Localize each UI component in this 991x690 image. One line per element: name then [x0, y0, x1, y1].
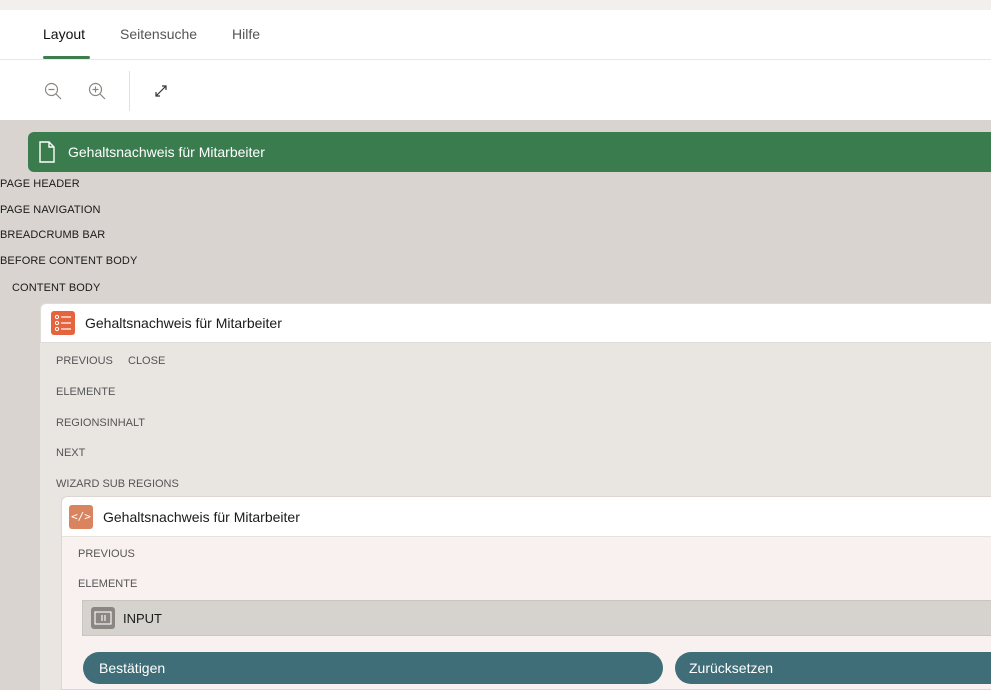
- zoom-out-icon: [44, 82, 62, 100]
- input-item[interactable]: INPUT: [82, 600, 991, 636]
- sub-slot-elements[interactable]: ELEMENTE: [78, 578, 137, 590]
- reset-button[interactable]: Zurücksetzen: [675, 652, 991, 684]
- tab-layout[interactable]: Layout: [43, 26, 85, 42]
- page-icon: [36, 140, 58, 164]
- slot-elements[interactable]: ELEMENTE: [56, 386, 115, 398]
- slot-previous[interactable]: PREVIOUS: [56, 355, 113, 367]
- slot-wizard-sub-regions[interactable]: WIZARD SUB REGIONS: [56, 478, 179, 490]
- tab-hilfe[interactable]: Hilfe: [232, 26, 260, 42]
- page-node[interactable]: Gehaltsnachweis für Mitarbeiter: [28, 132, 991, 172]
- expand-icon: [155, 85, 167, 97]
- position-before-content-body[interactable]: BEFORE CONTENT BODY: [0, 255, 137, 267]
- sub-region-title: Gehaltsnachweis für Mitarbeiter: [103, 508, 300, 525]
- sub-region[interactable]: </> Gehaltsnachweis für Mitarbeiter PREV…: [61, 496, 991, 690]
- position-content-body[interactable]: CONTENT BODY: [12, 282, 100, 294]
- position-breadcrumb-bar[interactable]: BREADCRUMB BAR: [0, 229, 105, 241]
- layout-canvas: Gehaltsnachweis für Mitarbeiter PAGE HEA…: [0, 120, 991, 690]
- wizard-region-title: Gehaltsnachweis für Mitarbeiter: [85, 315, 282, 331]
- slot-next[interactable]: NEXT: [56, 447, 85, 459]
- confirm-button[interactable]: Bestätigen: [83, 652, 663, 684]
- wizard-region[interactable]: Gehaltsnachweis für Mitarbeiter PREVIOUS…: [40, 303, 991, 690]
- zoom-in-icon: [88, 82, 106, 100]
- active-tab-indicator: [43, 56, 90, 59]
- toolbar-divider: [129, 71, 130, 111]
- toolbar: [0, 61, 991, 119]
- wizard-region-header[interactable]: Gehaltsnachweis für Mitarbeiter: [40, 303, 991, 343]
- tab-bar: Layout Seitensuche Hilfe: [0, 10, 991, 60]
- list-icon: [51, 311, 75, 335]
- input-item-label: INPUT: [123, 610, 162, 626]
- zoom-out-button[interactable]: [40, 78, 66, 104]
- sub-region-header[interactable]: </> Gehaltsnachweis für Mitarbeiter: [62, 497, 991, 537]
- zoom-in-button[interactable]: [84, 78, 110, 104]
- tab-seitensuche[interactable]: Seitensuche: [120, 26, 197, 42]
- expand-button[interactable]: [148, 78, 174, 104]
- text-field-icon: [91, 607, 115, 629]
- slot-close[interactable]: CLOSE: [128, 355, 165, 367]
- sub-slot-previous[interactable]: PREVIOUS: [78, 548, 135, 560]
- position-page-header[interactable]: PAGE HEADER: [0, 178, 80, 190]
- top-strip: [0, 0, 991, 10]
- slot-region-content[interactable]: REGIONSINHALT: [56, 417, 145, 429]
- page-title: Gehaltsnachweis für Mitarbeiter: [68, 144, 265, 160]
- code-icon: </>: [69, 504, 93, 529]
- position-page-navigation[interactable]: PAGE NAVIGATION: [0, 204, 101, 216]
